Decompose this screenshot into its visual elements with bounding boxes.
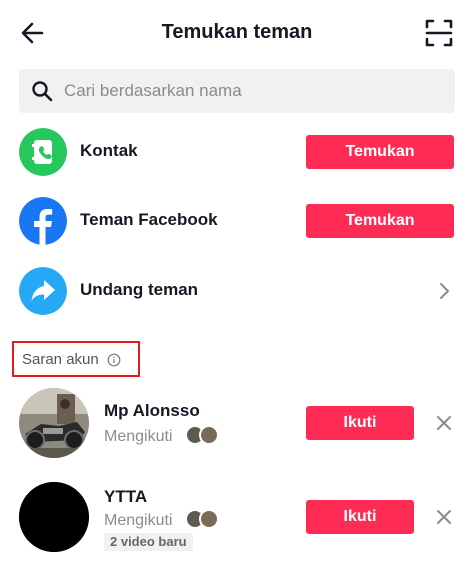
find-facebook-friends-button[interactable]: Temukan — [306, 204, 454, 238]
option-label: Kontak — [80, 141, 138, 160]
search-placeholder: Cari berdasarkan nama — [64, 81, 242, 100]
option-label: Undang teman — [80, 280, 199, 299]
follow-button[interactable]: Ikuti — [306, 406, 414, 440]
follow-status: Mengikuti — [104, 512, 173, 529]
close-icon[interactable] — [435, 414, 453, 432]
suggested-accounts-header: Saran akun — [12, 341, 140, 377]
new-videos-badge: 2 video baru — [104, 533, 193, 551]
option-contacts: Kontak Temukan — [0, 122, 474, 182]
scan-button[interactable] — [424, 18, 454, 48]
username: YTTA — [104, 487, 148, 506]
section-title: Saran akun — [22, 351, 99, 368]
share-arrow-icon — [19, 267, 67, 315]
black-avatar — [19, 482, 89, 552]
avatar[interactable] — [19, 388, 89, 458]
username: Mp Alonsso — [104, 401, 200, 420]
option-facebook-friends: Teman Facebook Temukan — [0, 191, 474, 251]
find-contacts-button[interactable]: Temukan — [306, 135, 454, 169]
search-input[interactable]: Cari berdasarkan nama — [19, 69, 455, 113]
contact-book-icon — [19, 128, 67, 176]
mutual-follower-avatar — [199, 425, 219, 445]
motorcycle-photo — [19, 388, 89, 458]
header: Temukan teman — [0, 0, 474, 64]
avatar[interactable] — [19, 482, 89, 552]
close-icon[interactable] — [435, 508, 453, 526]
follow-button[interactable]: Ikuti — [306, 500, 414, 534]
option-label: Teman Facebook — [80, 210, 218, 229]
suggested-user-row[interactable]: YTTA Mengikuti 2 video baru Ikuti — [0, 482, 474, 569]
option-invite-friends[interactable]: Undang teman — [0, 261, 474, 321]
facebook-icon — [19, 197, 67, 245]
suggested-user-row[interactable]: Mp Alonsso Mengikuti Ikuti — [0, 388, 474, 478]
search-icon — [32, 81, 53, 102]
mutual-follower-avatar — [199, 509, 219, 529]
chevron-right-icon — [440, 283, 449, 299]
qr-scan-icon — [425, 19, 453, 47]
follow-status: Mengikuti — [104, 428, 173, 445]
page-title: Temukan teman — [161, 21, 313, 43]
info-icon[interactable] — [107, 353, 121, 367]
